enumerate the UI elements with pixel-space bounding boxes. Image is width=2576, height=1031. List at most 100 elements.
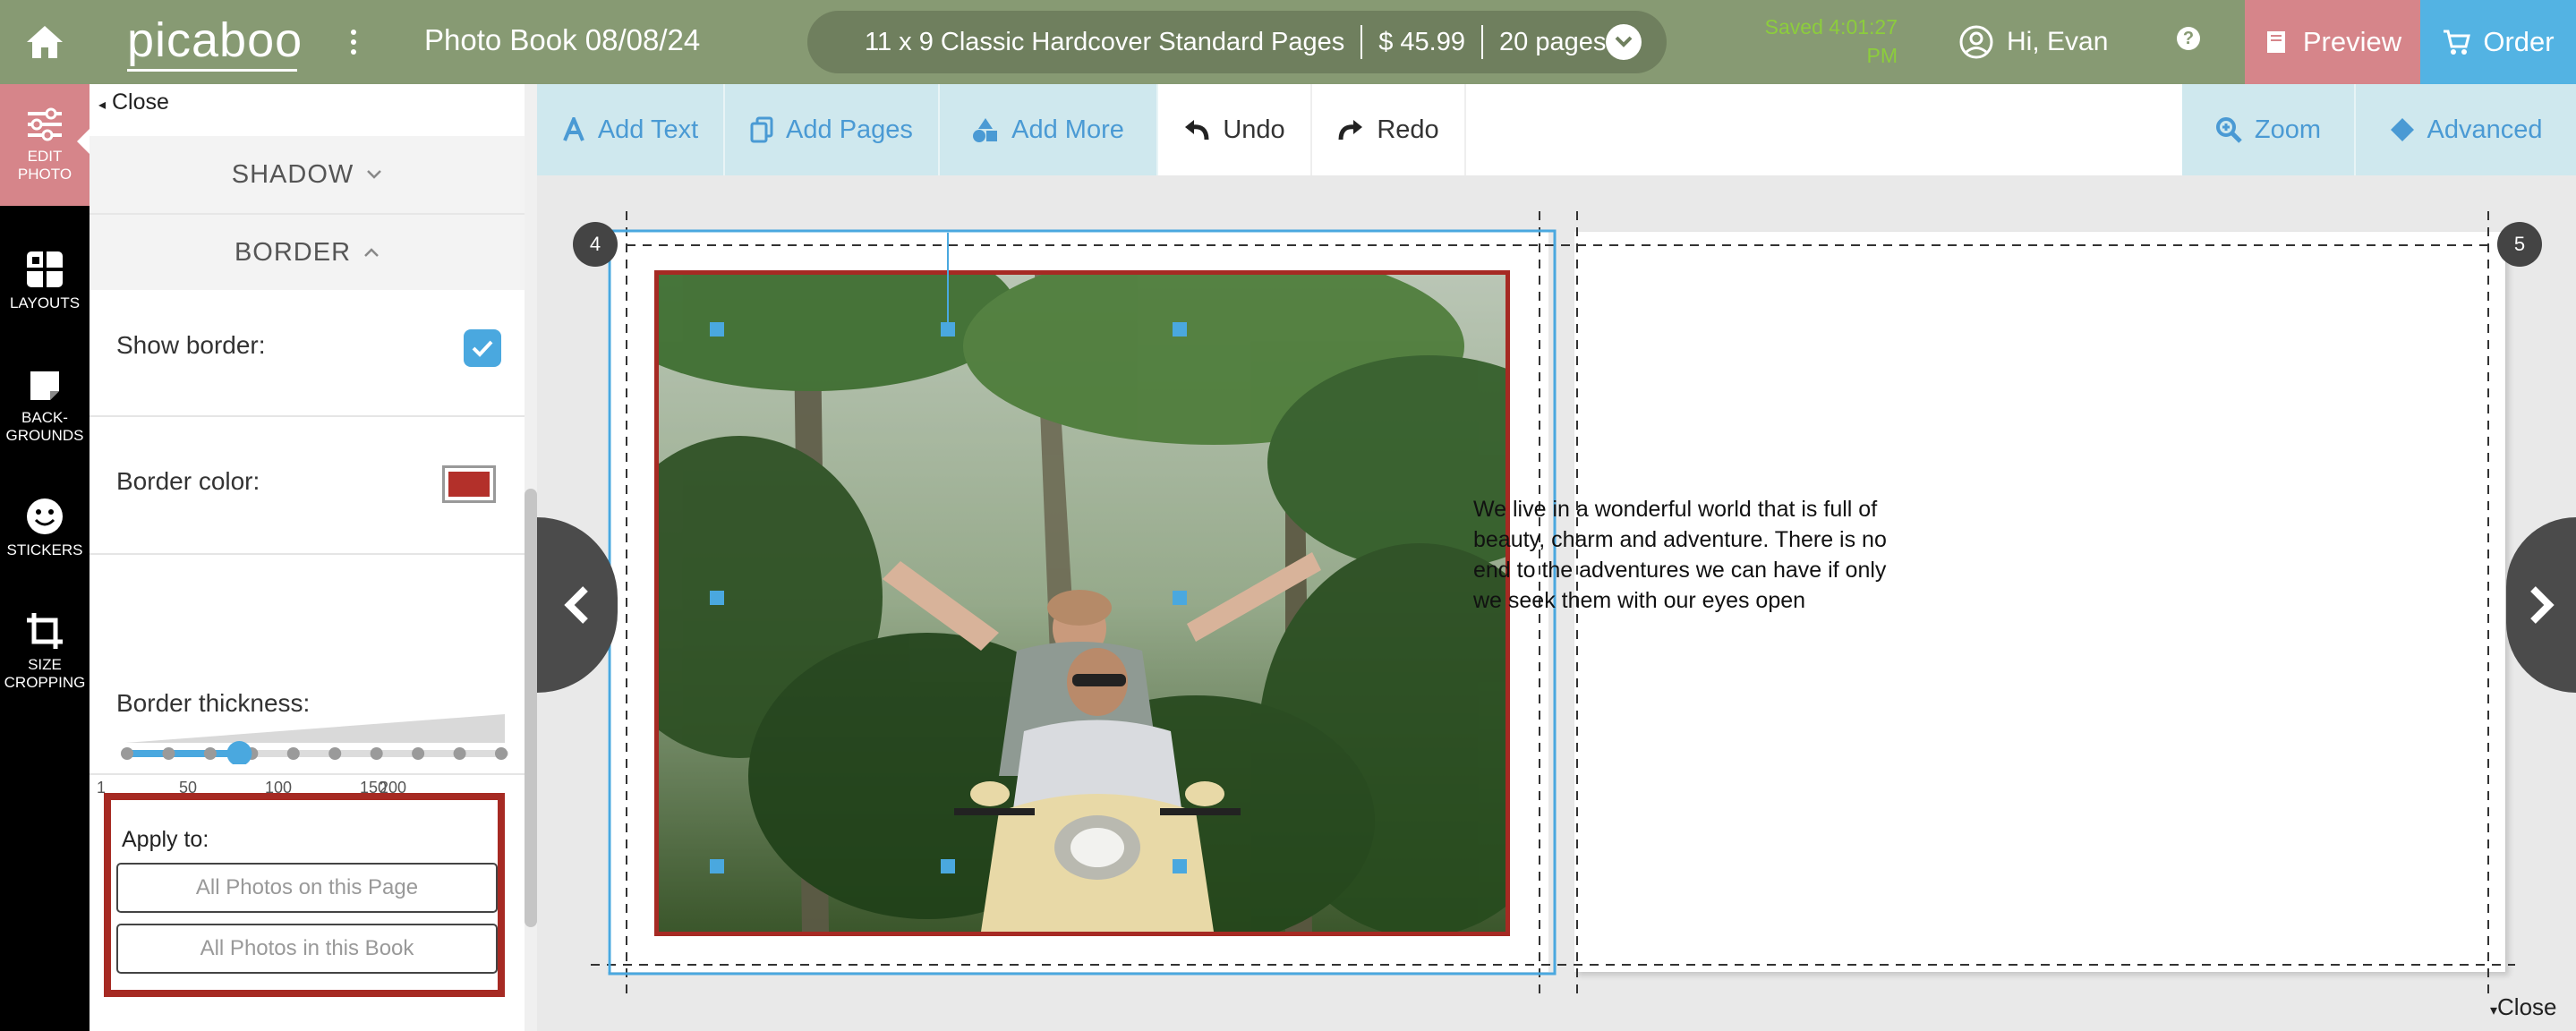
add-pages-label: Add Pages — [786, 115, 913, 144]
undo-button[interactable]: Undo — [1158, 84, 1312, 175]
redo-label: Redo — [1377, 115, 1439, 144]
rail-label: LAYOUTS — [9, 294, 81, 311]
chevron-right-icon — [2530, 586, 2555, 624]
editor-toolbar: Add Text Add Pages Add More Undo Redo Zo… — [537, 84, 2576, 175]
cart-icon — [2444, 30, 2471, 55]
slider-knob[interactable] — [226, 741, 252, 764]
resize-handle-ne[interactable] — [1173, 322, 1187, 337]
layouts-icon — [27, 251, 63, 287]
smiley-icon — [27, 498, 63, 534]
scrollbar-thumb[interactable] — [525, 489, 537, 927]
resize-handle-sw[interactable] — [710, 859, 724, 873]
border-label: BORDER — [234, 237, 352, 267]
preview-label: Preview — [2302, 26, 2402, 57]
home-button[interactable] — [0, 0, 90, 84]
help-icon[interactable]: ? — [2177, 27, 2200, 50]
rail-label: BACK-GROUNDS — [5, 409, 84, 444]
shadow-section-header[interactable]: SHADOW — [90, 136, 525, 213]
advanced-label: Advanced — [2427, 115, 2543, 144]
add-text-button[interactable]: Add Text — [537, 84, 725, 175]
apply-all-photos-book-button[interactable]: All Photos in this Book — [116, 924, 498, 974]
slider-step-dot[interactable] — [328, 747, 342, 760]
preview-button[interactable]: Preview — [2245, 0, 2420, 84]
rail-layouts[interactable]: LAYOUTS — [0, 220, 90, 342]
rail-edit-photo[interactable]: EDIT PHOTO — [0, 84, 90, 206]
backgrounds-icon — [30, 371, 59, 400]
resize-handle-nw[interactable] — [710, 322, 724, 337]
chevron-left-icon — [564, 586, 588, 624]
document-title[interactable]: Photo Book 08/08/24 — [424, 23, 700, 57]
border-thickness-slider[interactable] — [116, 711, 510, 764]
diamond-icon — [2390, 118, 2414, 141]
undo-label: Undo — [1223, 115, 1285, 144]
slider-step-dot[interactable] — [370, 747, 383, 760]
border-color-swatch[interactable] — [442, 465, 496, 503]
zoom-button[interactable]: Zoom — [2182, 84, 2356, 175]
close-label: Close — [111, 89, 169, 115]
checkmark-icon — [472, 340, 493, 357]
book-icon — [2266, 31, 2285, 53]
resize-handle-s[interactable] — [941, 859, 955, 873]
resize-handle-w[interactable] — [710, 591, 724, 605]
add-text-label: Add Text — [597, 115, 699, 144]
show-border-checkbox[interactable] — [464, 329, 501, 367]
slider-step-dot[interactable] — [453, 747, 466, 760]
page-count: 20 pages — [1499, 27, 1607, 56]
close-label: Close — [2497, 993, 2557, 1020]
selected-photo[interactable] — [654, 270, 1510, 936]
slider-step-dot[interactable] — [412, 747, 425, 760]
border-section-header[interactable]: BORDER — [90, 213, 525, 290]
slider-step-dot[interactable] — [286, 747, 300, 760]
tool-rail: EDIT PHOTO LAYOUTS BACK-GROUNDS STICKERS… — [0, 84, 90, 1031]
border-color-row: Border color: — [90, 417, 525, 555]
bottom-close-button[interactable]: ▾Close — [2490, 993, 2557, 1021]
chevron-down-icon — [367, 170, 382, 179]
user-greeting: Hi, Evan — [2007, 27, 2109, 56]
apply-to-label: Apply to: — [122, 827, 209, 852]
more-menu-button[interactable] — [340, 21, 367, 63]
rotate-handle-line — [947, 233, 949, 326]
chevron-up-icon — [364, 248, 379, 257]
couple-scooter-photo — [659, 275, 1506, 932]
home-icon — [27, 26, 63, 58]
text-icon — [562, 117, 584, 141]
slider-step-dot[interactable] — [162, 747, 175, 760]
page-number-right: 5 — [2497, 222, 2542, 267]
apply-to-box: Apply to: All Photos on this Page All Ph… — [104, 793, 505, 997]
order-button[interactable]: Order — [2420, 0, 2576, 84]
undo-icon — [1185, 120, 1209, 141]
panel-close-button[interactable]: ◂ Close — [98, 89, 169, 115]
saved-time: Saved 4:01:27 — [1764, 15, 1898, 38]
product-selector[interactable]: 11 x 9 Classic Hardcover Standard Pages … — [807, 11, 1667, 73]
rail-size-cropping[interactable]: SIZE CROPPING — [0, 591, 90, 712]
shadow-label: SHADOW — [231, 159, 354, 189]
slider-step-dot[interactable] — [203, 747, 217, 760]
add-pages-button[interactable]: Add Pages — [725, 84, 940, 175]
apply-all-photos-page-button[interactable]: All Photos on this Page — [116, 863, 498, 913]
zoom-label: Zoom — [2254, 115, 2322, 144]
rail-label: STICKERS — [6, 541, 83, 558]
page-number-left: 4 — [573, 222, 618, 267]
page-text-box[interactable]: We live in a wonderful world that is ful… — [1473, 494, 1921, 616]
chevron-down-icon[interactable] — [1606, 24, 1642, 60]
edit-photo-panel: ◂ Close SHADOW BORDER Show border: Borde… — [90, 84, 525, 1031]
resize-handle-se[interactable] — [1173, 859, 1187, 873]
top-bar: picaboo Photo Book 08/08/24 11 x 9 Class… — [0, 0, 2576, 84]
product-name: 11 x 9 Classic Hardcover Standard Pages — [865, 27, 1345, 56]
redo-button[interactable]: Redo — [1312, 84, 1466, 175]
add-more-button[interactable]: Add More — [940, 84, 1158, 175]
order-label: Order — [2483, 26, 2555, 57]
rail-backgrounds[interactable]: BACK-GROUNDS — [0, 345, 90, 467]
user-menu[interactable]: Hi, Evan — [1958, 20, 2108, 64]
resize-handle-e[interactable] — [1173, 591, 1187, 605]
slider-step-dot[interactable] — [495, 747, 508, 760]
rail-stickers[interactable]: STICKERS — [0, 467, 90, 589]
rail-label: SIZE CROPPING — [4, 656, 86, 691]
slider-step-dot[interactable] — [121, 747, 133, 760]
panel-scrollbar[interactable] — [525, 84, 537, 1031]
advanced-button[interactable]: Advanced — [2356, 84, 2576, 175]
sliders-icon — [28, 107, 62, 141]
shapes-icon — [973, 118, 998, 142]
show-border-row: Show border: — [90, 290, 525, 417]
picaboo-logo[interactable]: picaboo — [127, 13, 302, 72]
